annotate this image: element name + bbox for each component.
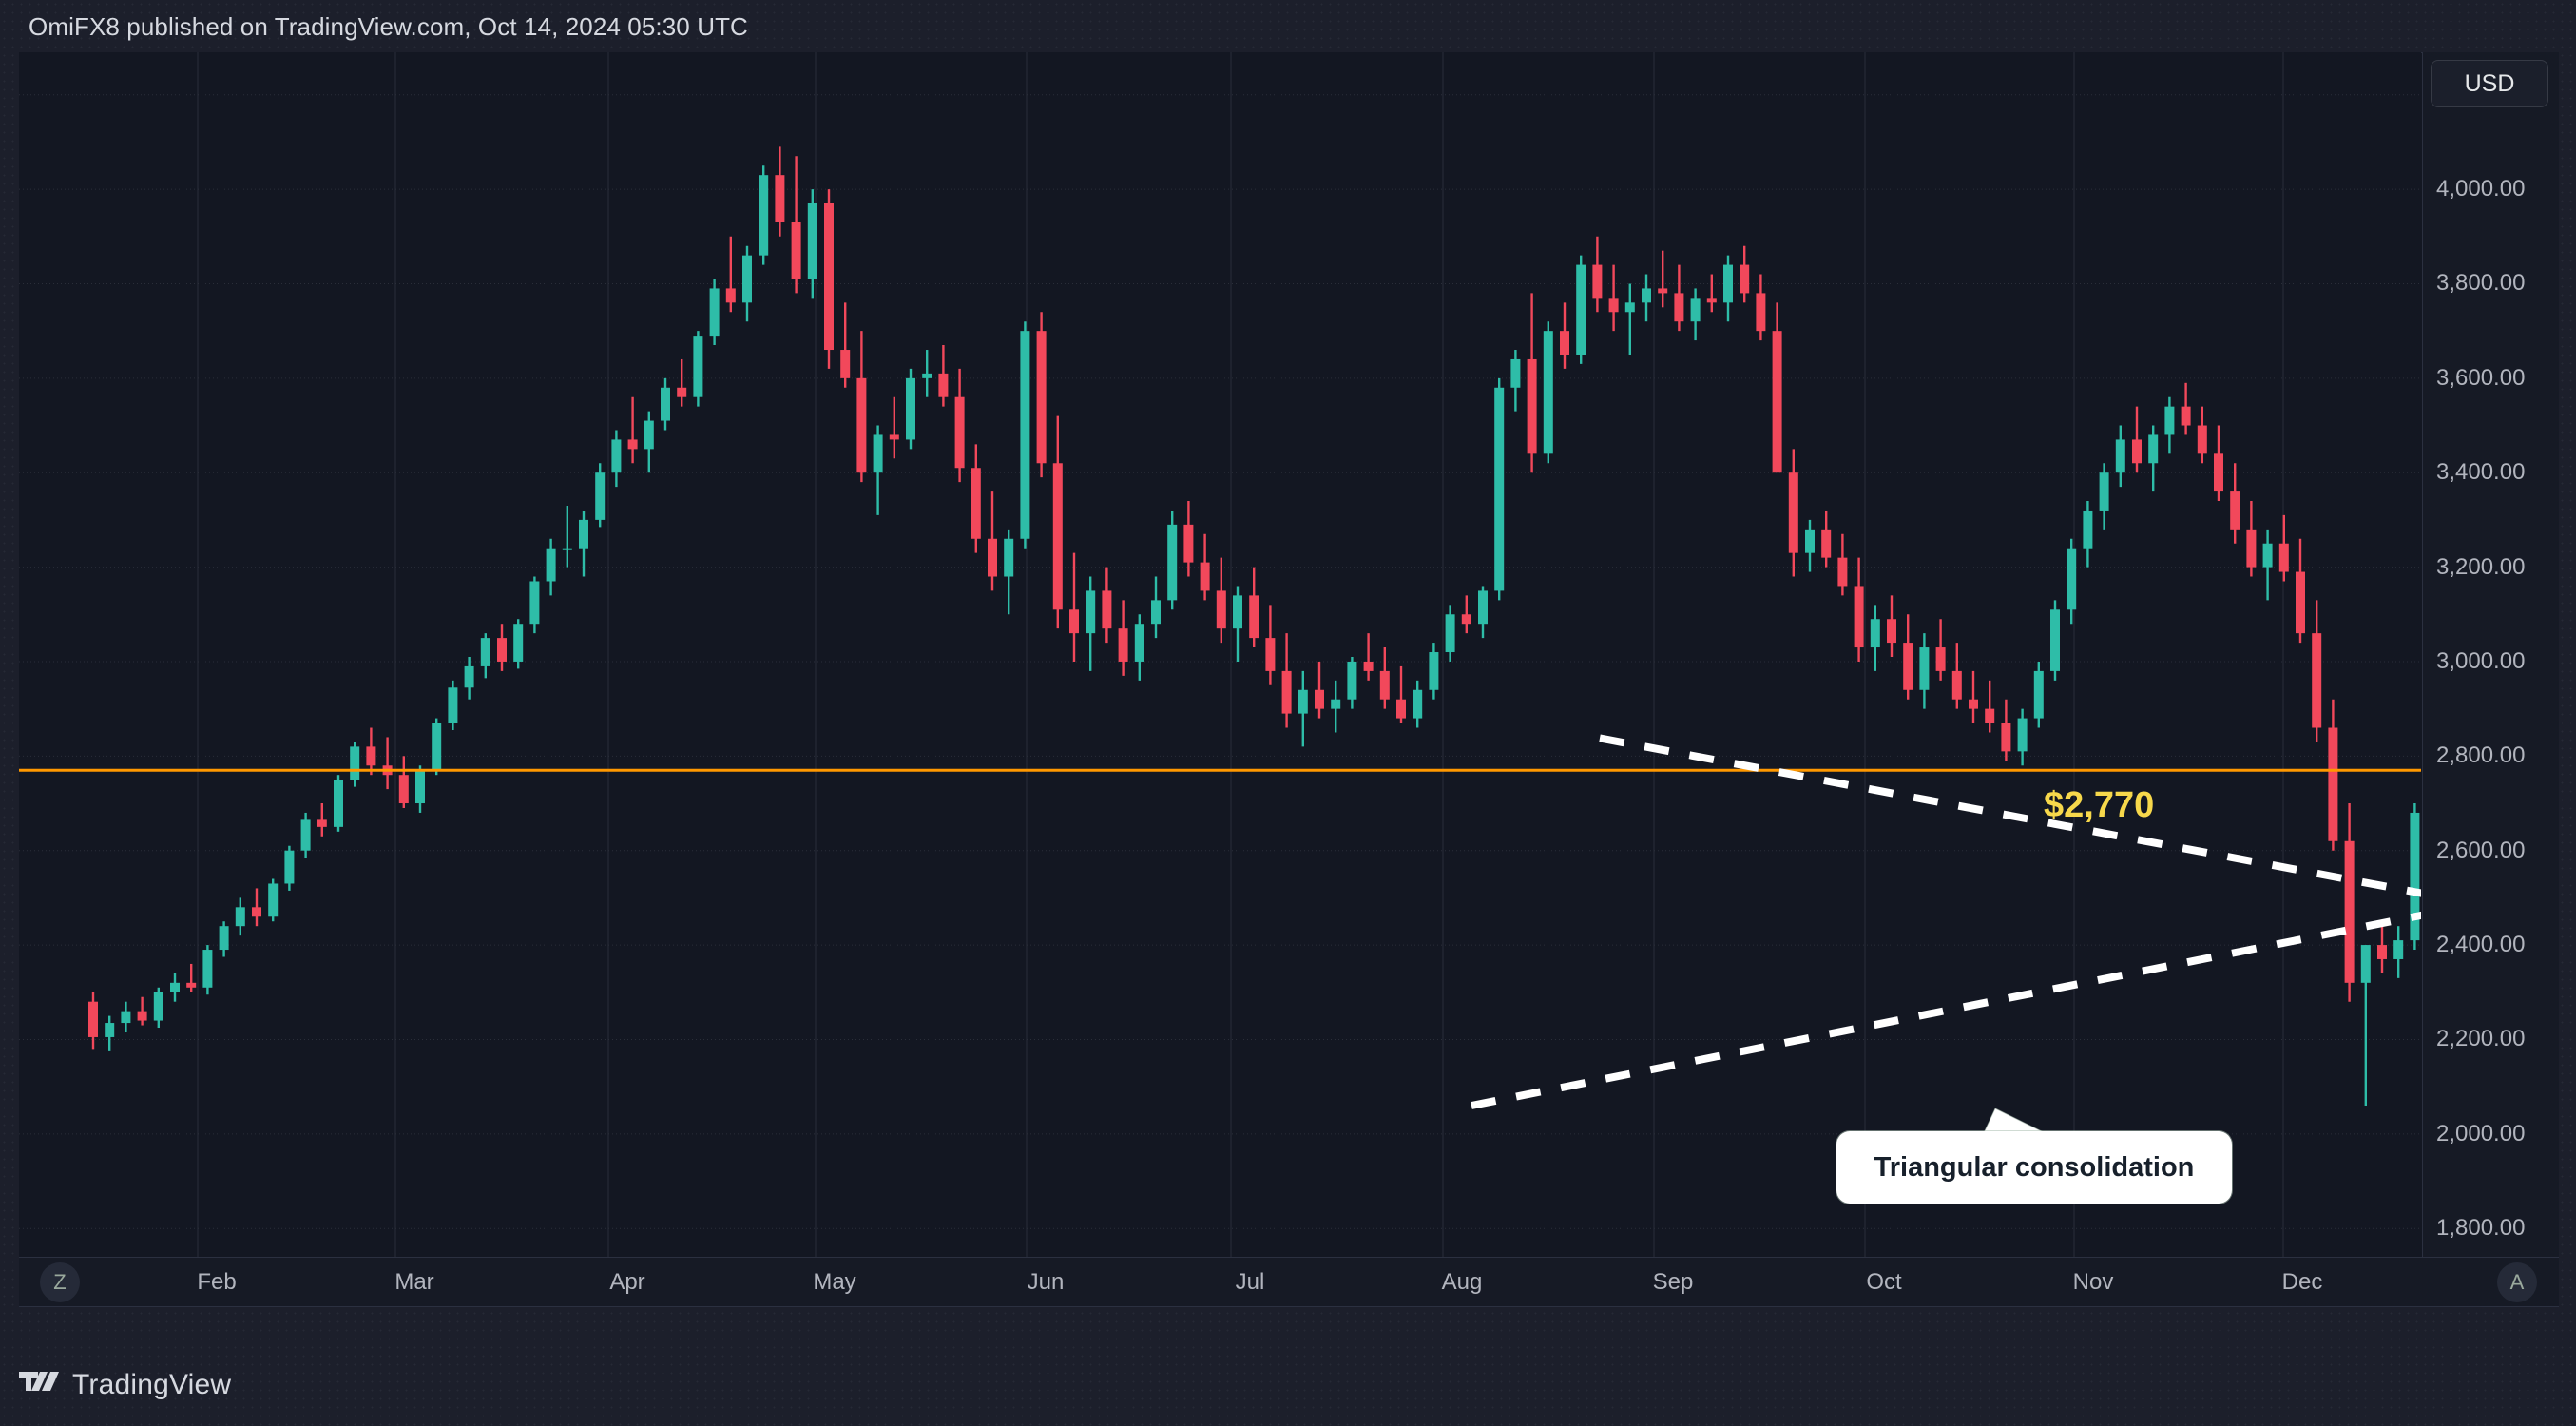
time-axis-tick: Jun [1027, 1268, 1065, 1295]
header-bar: OmiFX8 published on TradingView.com, Oct… [0, 0, 2576, 53]
price-axis-tick: 3,000.00 [2436, 647, 2526, 674]
timezone-badge[interactable]: Z [40, 1262, 80, 1302]
time-axis-tick: Apr [609, 1268, 645, 1295]
footer: TradingView [19, 1369, 231, 1401]
price-axis-tick: 3,600.00 [2436, 364, 2526, 391]
time-axis-tick: Mar [394, 1268, 434, 1295]
chart-screenshot: OmiFX8 published on TradingView.com, Oct… [0, 0, 2576, 1426]
price-axis-tick: 2,000.00 [2436, 1120, 2526, 1147]
time-axis-tick: Dec [2281, 1268, 2323, 1295]
price-axis-tick: 2,800.00 [2436, 742, 2526, 769]
tradingview-wordmark: TradingView [72, 1369, 232, 1400]
time-axis-tick: Feb [197, 1268, 237, 1295]
time-axis-tick: May [813, 1268, 856, 1295]
price-axis[interactable]: USD 4,200.004,000.003,800.003,600.003,40… [2422, 52, 2559, 1257]
price-axis-tick: 3,400.00 [2436, 459, 2526, 486]
price-axis-tick: 2,200.00 [2436, 1026, 2526, 1052]
price-axis-tick: 2,600.00 [2436, 837, 2526, 863]
tradingview-logo-icon [19, 1372, 59, 1391]
time-axis-tick: Jul [1235, 1268, 1265, 1295]
candlestick-plot[interactable] [19, 52, 2421, 1257]
currency-badge[interactable]: USD [2431, 60, 2548, 107]
price-axis-tick: 1,800.00 [2436, 1215, 2526, 1242]
time-axis[interactable]: Feb Mar Apr May Jun Jul Aug Sep Oct Nov Dec Z A [19, 1257, 2559, 1306]
time-axis-tick: Nov [2072, 1268, 2114, 1295]
callout-label: Triangular consolidation [1874, 1151, 2195, 1183]
auto-scale-badge[interactable]: A [2497, 1262, 2537, 1302]
time-axis-tick: Oct [1866, 1268, 1902, 1295]
plot-svg [19, 52, 2421, 1257]
callout-bubble[interactable]: Triangular consolidation [1836, 1131, 2232, 1204]
time-axis-tick: Aug [1441, 1268, 1483, 1295]
publish-attribution: OmiFX8 published on TradingView.com, Oct… [29, 11, 748, 41]
price-axis-tick: 3,800.00 [2436, 270, 2526, 297]
time-axis-tick: Sep [1652, 1268, 1694, 1295]
price-level-annotation: $2,770 [2044, 785, 2155, 825]
price-axis-tick: 2,400.00 [2436, 932, 2526, 958]
price-axis-tick: 4,000.00 [2436, 176, 2526, 202]
price-axis-tick: 3,200.00 [2436, 553, 2526, 580]
